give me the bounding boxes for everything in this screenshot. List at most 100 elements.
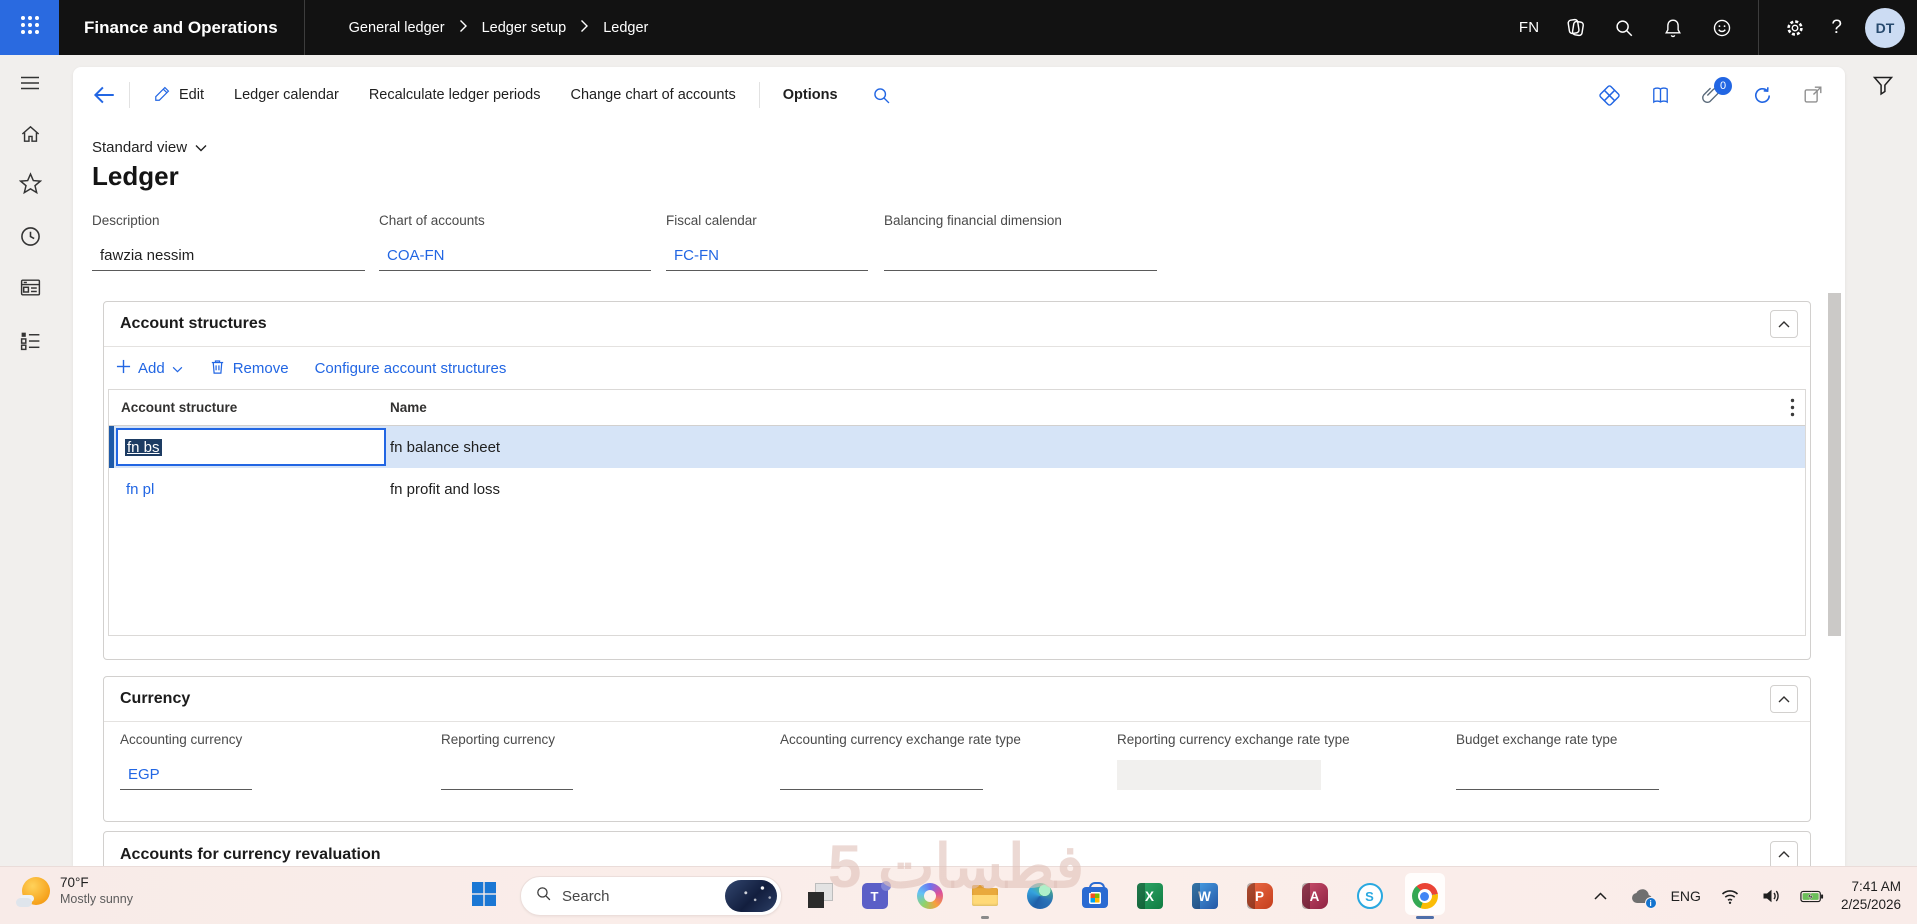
change-chart-of-accounts-button[interactable]: Change chart of accounts (556, 75, 751, 115)
column-header-name[interactable]: Name (382, 400, 1805, 415)
taskbar-app-task-view[interactable] (792, 870, 847, 922)
tray-time: 7:41 AM (1851, 878, 1901, 894)
name-cell: fn profit and loss (390, 480, 501, 498)
recent-clock-icon[interactable] (18, 224, 42, 248)
taskbar-weather-widget[interactable]: 70°F Mostly sunny (16, 875, 133, 907)
back-arrow-icon[interactable] (87, 78, 121, 112)
grid-options-ellipsis-icon[interactable] (1790, 398, 1795, 420)
actionbar-search-icon[interactable] (869, 82, 895, 108)
taskbar-app-copilot[interactable] (902, 870, 957, 922)
hamburger-menu-icon[interactable] (18, 71, 42, 95)
weather-temperature: 70°F (60, 875, 89, 890)
description-input[interactable]: fawzia nessim (92, 240, 365, 271)
account-structure-link[interactable]: fn pl (126, 481, 154, 498)
excel-icon: X (1136, 883, 1163, 909)
tray-chevron-up-icon[interactable] (1589, 884, 1613, 908)
view-selector-label: Standard view (92, 139, 188, 156)
copilot-icon (916, 883, 943, 909)
taskbar-app-access[interactable]: A (1287, 870, 1342, 922)
notifications-bell-icon[interactable] (1660, 15, 1686, 41)
collapse-section-button[interactable] (1770, 310, 1798, 338)
open-in-new-window-icon[interactable] (1801, 83, 1825, 107)
collapse-section-button[interactable] (1770, 840, 1798, 866)
app-launcher-button[interactable] (0, 0, 59, 55)
filter-funnel-icon[interactable] (1868, 70, 1898, 100)
balancing-dimension-input[interactable] (884, 240, 1157, 271)
onedrive-icon[interactable]: i (1630, 884, 1657, 909)
taskbar-app-teams[interactable]: T (847, 870, 902, 922)
taskbar-app-edge[interactable] (1012, 870, 1067, 922)
start-button[interactable] (470, 881, 498, 910)
favorites-star-icon[interactable] (18, 171, 42, 195)
taskbar-app-word[interactable]: W (1177, 870, 1232, 922)
options-menu-button[interactable]: Options (768, 75, 853, 115)
add-button[interactable]: Add (116, 359, 183, 378)
workspaces-form-icon[interactable] (18, 275, 42, 299)
remove-button[interactable]: Remove (209, 358, 289, 379)
account-structures-title: Account structures (120, 315, 267, 332)
reporting-currency-input[interactable] (441, 760, 573, 790)
taskbar-app-store[interactable] (1067, 870, 1122, 922)
fiscal-calendar-field: Fiscal calendar FC-FN (666, 213, 868, 271)
feedback-smiley-icon[interactable] (1709, 15, 1735, 41)
help-icon[interactable]: ? (1831, 17, 1842, 39)
personalize-diamond-icon[interactable] (1597, 83, 1621, 107)
breadcrumb-ledger-setup[interactable]: Ledger setup (482, 20, 567, 36)
reporting-exchange-rate-type-field: Reporting currency exchange rate type (1117, 732, 1350, 790)
currency-fields: Accounting currency EGP Reporting curren… (104, 722, 1810, 822)
copilot-icon[interactable] (1562, 15, 1588, 41)
titlebar-divider (303, 0, 305, 55)
avatar[interactable]: DT (1865, 7, 1905, 48)
modules-list-icon[interactable] (18, 328, 42, 352)
chart-of-accounts-link[interactable]: COA-FN (379, 240, 651, 271)
battery-charging-icon[interactable] (1800, 884, 1824, 908)
system-tray: i ENG 7:41 AM 2/25/2026 (1589, 867, 1917, 924)
configure-account-structures-button[interactable]: Configure account structures (315, 360, 507, 377)
taskbar-app-powerpoint[interactable]: P (1232, 870, 1287, 922)
chart-of-accounts-field: Chart of accounts COA-FN (379, 213, 651, 271)
accounting-currency-field: Accounting currency EGP (120, 732, 252, 790)
table-row[interactable]: fn pl fn profit and loss (109, 468, 1805, 510)
taskbar-clock[interactable]: 7:41 AM 2/25/2026 (1841, 878, 1901, 914)
edit-button[interactable]: Edit (138, 75, 219, 115)
currency-revaluation-title: Accounts for currency revaluation (120, 845, 381, 863)
home-icon[interactable] (18, 122, 42, 146)
attachments-paperclip-icon[interactable]: 0 (1699, 77, 1732, 107)
volume-icon[interactable] (1759, 884, 1783, 908)
collapse-section-button[interactable] (1770, 685, 1798, 713)
wifi-icon[interactable] (1718, 884, 1742, 908)
taskbar-app-excel[interactable]: X (1122, 870, 1177, 922)
task-guide-book-icon[interactable] (1648, 83, 1672, 107)
recalculate-ledger-periods-button[interactable]: Recalculate ledger periods (354, 75, 556, 115)
weather-condition: Mostly sunny (60, 892, 133, 906)
environment-badge[interactable]: FN (1519, 19, 1540, 36)
remove-label: Remove (232, 359, 289, 377)
chevron-down-icon (195, 139, 207, 156)
taskbar-app-chrome[interactable] (1397, 870, 1452, 922)
accounting-exchange-rate-type-input[interactable] (780, 760, 983, 790)
reporting-exchange-rate-type-label: Reporting currency exchange rate type (1117, 732, 1350, 747)
accounting-currency-link[interactable]: EGP (120, 760, 252, 790)
search-icon[interactable] (1611, 15, 1637, 41)
vertical-scrollbar[interactable] (1828, 293, 1841, 636)
breadcrumb-ledger[interactable]: Ledger (603, 20, 648, 36)
fiscal-calendar-link[interactable]: FC-FN (666, 240, 868, 271)
budget-exchange-rate-type-input[interactable] (1456, 760, 1659, 790)
account-structures-section: Account structures Add Remove Configure … (103, 301, 1811, 660)
reporting-exchange-rate-type-input-disabled (1117, 760, 1321, 790)
ledger-form-panel: Edit Ledger calendar Recalculate ledger … (73, 67, 1845, 866)
taskbar-search-box[interactable]: Search (520, 876, 782, 916)
refresh-icon[interactable] (1750, 83, 1774, 107)
settings-gear-icon[interactable] (1782, 15, 1808, 41)
taskbar-app-file-explorer[interactable] (957, 870, 1012, 922)
breadcrumb-general-ledger[interactable]: General ledger (349, 20, 445, 36)
view-selector[interactable]: Standard view (92, 139, 207, 156)
chevron-right-icon (459, 19, 468, 37)
table-row[interactable]: fn bs fn balance sheet (109, 426, 1805, 468)
column-header-account-structure[interactable]: Account structure (109, 400, 382, 415)
ledger-calendar-button[interactable]: Ledger calendar (219, 75, 354, 115)
account-structure-edit-input[interactable]: fn bs (116, 428, 386, 466)
search-highlight-image[interactable] (725, 880, 777, 912)
language-indicator[interactable]: ENG (1671, 888, 1701, 904)
taskbar-app-skype[interactable]: S (1342, 870, 1397, 922)
